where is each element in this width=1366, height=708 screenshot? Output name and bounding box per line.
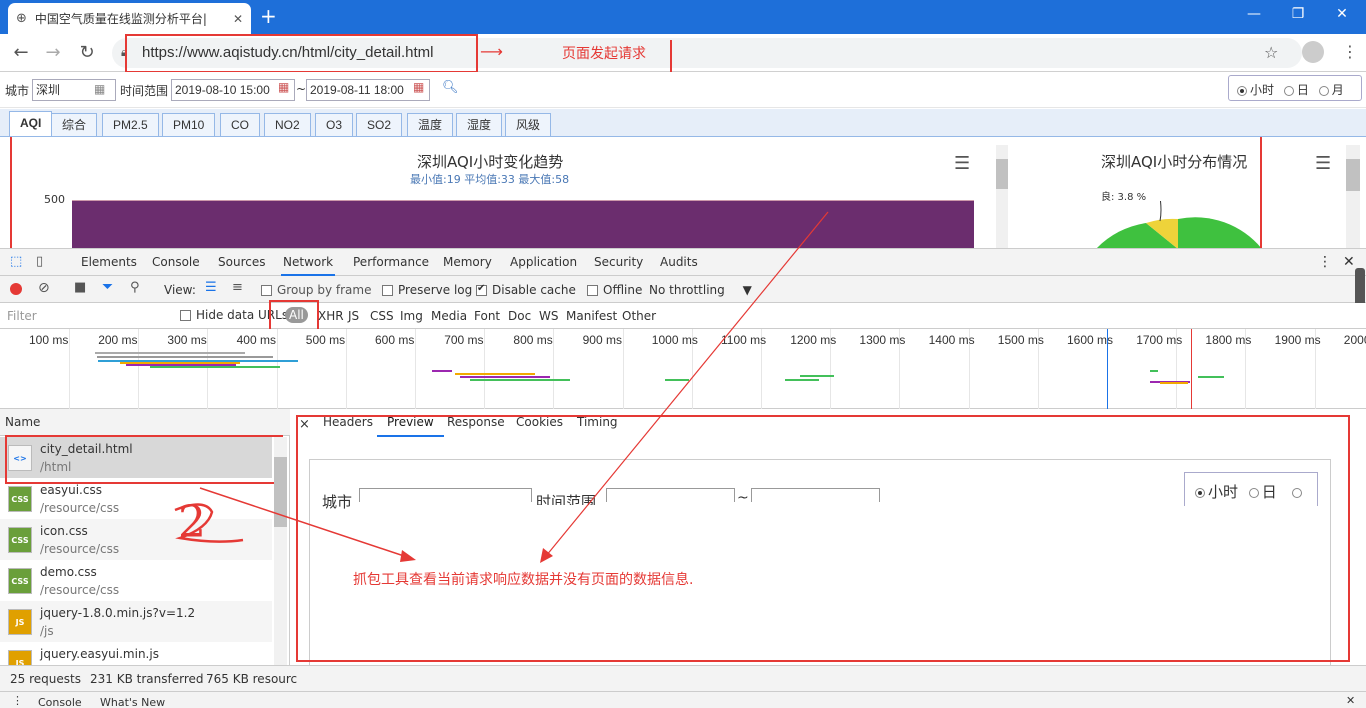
request-count: 25 requests bbox=[10, 672, 81, 686]
drawer-tab-console[interactable]: Console bbox=[38, 696, 82, 708]
network-status-bar: 25 requests 231 KB transferred 765 KB re… bbox=[0, 665, 1366, 691]
drawer-menu-icon[interactable]: ⋮ bbox=[12, 694, 23, 707]
annotation-arrows bbox=[174, 211, 829, 563]
transferred-size: 231 KB transferred bbox=[90, 672, 204, 686]
devtools-drawer: ⋮ Console What's New ✕ bbox=[0, 691, 1366, 708]
drawer-close-icon[interactable]: ✕ bbox=[1346, 694, 1355, 707]
resources-size: 765 KB resourc bbox=[206, 672, 298, 686]
drawer-tab-whats-new[interactable]: What's New bbox=[100, 696, 165, 708]
